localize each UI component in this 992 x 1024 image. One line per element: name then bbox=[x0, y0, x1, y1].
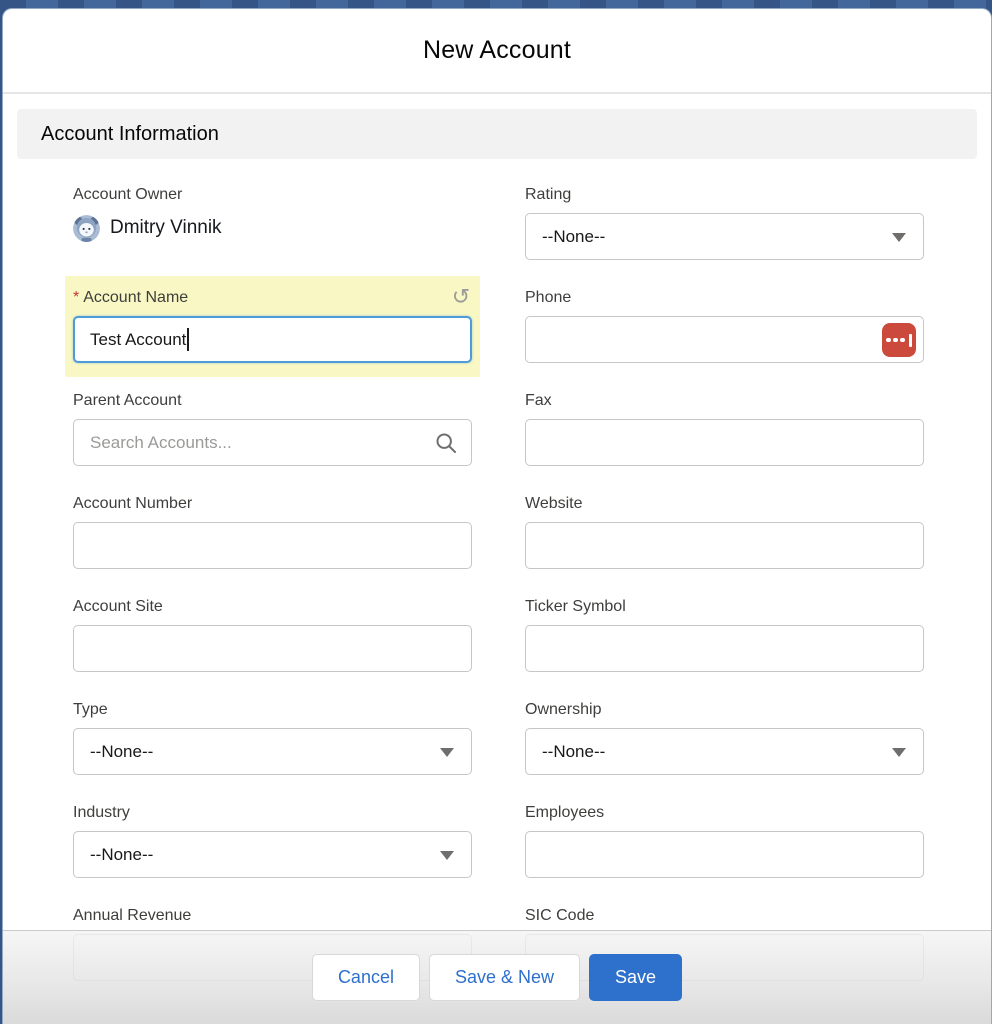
annual-revenue-label: Annual Revenue bbox=[73, 906, 472, 926]
account-number-input[interactable] bbox=[73, 522, 472, 569]
ownership-select[interactable]: --None-- bbox=[525, 728, 924, 775]
type-select[interactable]: --None-- bbox=[73, 728, 472, 775]
modal-footer: Cancel Save & New Save bbox=[3, 930, 991, 1024]
autofill-dot bbox=[893, 338, 898, 343]
account-name-highlight: *Account Name ↺ Test Account bbox=[65, 276, 480, 377]
field-ownership: Ownership --None-- bbox=[525, 700, 924, 775]
modal-header: New Account bbox=[3, 9, 991, 94]
parent-account-placeholder: Search Accounts... bbox=[90, 433, 232, 453]
section-title: Account Information bbox=[41, 123, 219, 146]
autofill-dot bbox=[900, 338, 905, 343]
chevron-down-icon bbox=[892, 233, 906, 242]
modal-title: New Account bbox=[423, 36, 571, 65]
field-website: Website bbox=[525, 494, 924, 569]
account-owner-value-row: Dmitry Vinnik bbox=[73, 213, 472, 243]
rating-selected-value: --None-- bbox=[542, 227, 605, 247]
parent-account-lookup-input[interactable]: Search Accounts... bbox=[73, 419, 472, 466]
ownership-label: Ownership bbox=[525, 700, 924, 720]
field-account-site: Account Site bbox=[73, 597, 472, 672]
ownership-selected-value: --None-- bbox=[542, 742, 605, 762]
ticker-symbol-label: Ticker Symbol bbox=[525, 597, 924, 617]
new-account-modal: New Account Account Information Account … bbox=[2, 8, 992, 1024]
text-caret bbox=[187, 328, 189, 351]
sic-code-label: SIC Code bbox=[525, 906, 924, 926]
industry-selected-value: --None-- bbox=[90, 845, 153, 865]
ticker-symbol-input[interactable] bbox=[525, 625, 924, 672]
type-label: Type bbox=[73, 700, 472, 720]
modal-body: Account Information Account Owner bbox=[3, 94, 991, 1021]
parent-account-label: Parent Account bbox=[73, 391, 472, 411]
field-fax: Fax bbox=[525, 391, 924, 466]
account-name-label-row: *Account Name ↺ bbox=[73, 288, 472, 316]
account-site-label: Account Site bbox=[73, 597, 472, 617]
undo-icon[interactable]: ↺ bbox=[450, 286, 472, 308]
account-owner-name: Dmitry Vinnik bbox=[110, 217, 222, 239]
phone-input[interactable] bbox=[525, 316, 924, 363]
website-input[interactable] bbox=[525, 522, 924, 569]
chevron-down-icon bbox=[892, 748, 906, 757]
chevron-down-icon bbox=[440, 851, 454, 860]
page-background: { "modal": { "title": "New Account" }, "… bbox=[0, 0, 992, 1024]
user-avatar-icon bbox=[73, 215, 100, 242]
type-selected-value: --None-- bbox=[90, 742, 153, 762]
field-phone: Phone bbox=[525, 288, 924, 363]
field-rating: Rating --None-- bbox=[525, 185, 924, 260]
required-asterisk: * bbox=[73, 289, 79, 306]
industry-label: Industry bbox=[73, 803, 472, 823]
cancel-button[interactable]: Cancel bbox=[312, 954, 420, 1001]
search-icon[interactable] bbox=[435, 432, 457, 459]
account-owner-label: Account Owner bbox=[73, 185, 472, 205]
employees-input[interactable] bbox=[525, 831, 924, 878]
phone-label: Phone bbox=[525, 288, 924, 308]
autofill-dot bbox=[886, 338, 891, 343]
industry-select[interactable]: --None-- bbox=[73, 831, 472, 878]
field-account-name: *Account Name ↺ Test Account bbox=[73, 288, 472, 363]
save-and-new-button[interactable]: Save & New bbox=[429, 954, 580, 1001]
field-type: Type --None-- bbox=[73, 700, 472, 775]
account-form: Account Owner bbox=[17, 159, 977, 1021]
rating-select[interactable]: --None-- bbox=[525, 213, 924, 260]
field-account-number: Account Number bbox=[73, 494, 472, 569]
account-name-value: Test Account bbox=[90, 330, 186, 350]
account-name-input[interactable]: Test Account bbox=[73, 316, 472, 363]
autofill-bar bbox=[909, 334, 912, 347]
fax-label: Fax bbox=[525, 391, 924, 411]
fax-input[interactable] bbox=[525, 419, 924, 466]
chevron-down-icon bbox=[440, 748, 454, 757]
account-number-label: Account Number bbox=[73, 494, 472, 514]
account-name-label-text: Account Name bbox=[83, 289, 188, 306]
field-industry: Industry --None-- bbox=[73, 803, 472, 878]
field-employees: Employees bbox=[525, 803, 924, 878]
field-ticker-symbol: Ticker Symbol bbox=[525, 597, 924, 672]
field-account-owner: Account Owner bbox=[73, 185, 472, 260]
rating-label: Rating bbox=[525, 185, 924, 205]
website-label: Website bbox=[525, 494, 924, 514]
account-name-label: *Account Name bbox=[73, 288, 188, 308]
employees-label: Employees bbox=[525, 803, 924, 823]
save-button[interactable]: Save bbox=[589, 954, 682, 1001]
password-manager-autofill-icon[interactable] bbox=[882, 323, 916, 357]
section-header-account-information: Account Information bbox=[17, 109, 977, 159]
account-site-input[interactable] bbox=[73, 625, 472, 672]
field-parent-account: Parent Account Search Accounts... bbox=[73, 391, 472, 466]
